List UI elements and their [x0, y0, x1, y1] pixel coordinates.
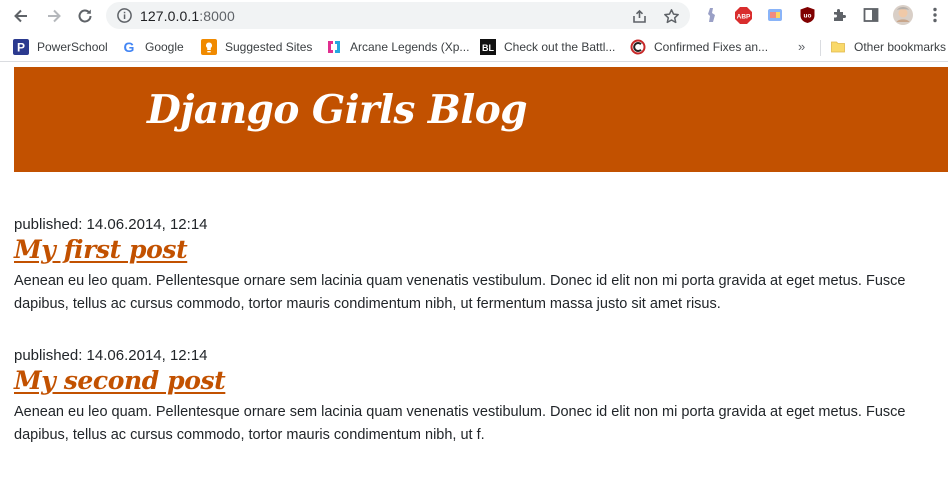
arcane-legends-icon	[326, 39, 342, 55]
forward-button[interactable]	[42, 4, 66, 28]
bookmark-label: Confirmed Fixes an...	[654, 40, 769, 54]
arrow-left-icon	[14, 9, 27, 23]
confirmed-fixes-icon	[630, 39, 646, 55]
svg-text:G: G	[124, 39, 135, 55]
post-title-link[interactable]: My first post	[14, 235, 188, 264]
url-host: 127.0.0.1	[140, 8, 200, 24]
post: published: 14.06.2014, 12:14 My second p…	[14, 347, 948, 447]
bookmark-label: Check out the Battl...	[504, 40, 616, 54]
svg-text:uo: uo	[803, 13, 811, 20]
post-body: Aenean eu leo quam. Pellentesque ornare …	[14, 273, 906, 312]
arrow-right-icon	[48, 9, 61, 23]
bookmarks-divider	[820, 40, 821, 56]
post-title-link[interactable]: My second post	[14, 366, 226, 395]
post-date: published: 14.06.2014, 12:14	[14, 216, 208, 233]
adblock-plus-button[interactable]: ABP	[733, 5, 753, 25]
ublock-origin-button[interactable]: uo	[797, 5, 817, 25]
adblock-plus-icon: ABP	[734, 6, 752, 24]
bookmark-label: Google	[145, 40, 184, 54]
share-button[interactable]	[630, 7, 648, 25]
reload-icon	[78, 9, 92, 23]
post: published: 14.06.2014, 12:14 My first po…	[14, 216, 948, 316]
colorful-extension-icon	[768, 9, 782, 21]
chrome-menu-button[interactable]	[925, 5, 945, 25]
bookmark-star-button[interactable]	[662, 7, 680, 25]
side-panel-button[interactable]	[861, 5, 881, 25]
extensions-menu-button[interactable]	[829, 5, 849, 25]
bookmark-arcane-legends[interactable]: Arcane Legends (Xp...	[326, 38, 469, 56]
url-text: 127.0.0.1:8000	[140, 8, 235, 24]
browser-toolbar: 127.0.0.1:8000 ABP uo	[0, 0, 948, 32]
more-bookmarks-button[interactable]: »	[798, 39, 805, 54]
post-date: published: 14.06.2014, 12:14	[14, 347, 208, 364]
address-bar[interactable]: 127.0.0.1:8000	[106, 2, 690, 29]
star-icon	[663, 8, 679, 23]
ublock-origin-icon: uo	[800, 7, 814, 23]
bookmark-battle[interactable]: BL Check out the Battl...	[480, 38, 615, 56]
bookmark-label: Arcane Legends (Xp...	[350, 40, 470, 54]
bookmark-powerschool[interactable]: P PowerSchool	[13, 38, 108, 56]
profile-avatar	[893, 5, 913, 25]
site-info-icon[interactable]	[116, 7, 133, 24]
kebab-menu-icon	[933, 7, 937, 23]
extension-button-3[interactable]	[765, 5, 785, 25]
page-header: Django Girls Blog	[14, 67, 948, 172]
powerschool-icon: P	[13, 39, 29, 55]
url-port: :8000	[199, 8, 235, 24]
reload-button[interactable]	[73, 4, 97, 28]
figure-extension-icon	[708, 8, 715, 22]
back-button[interactable]	[9, 4, 33, 28]
bookmark-label: PowerSchool	[37, 40, 108, 54]
profile-button[interactable]	[893, 5, 913, 25]
bookmark-label: Suggested Sites	[225, 40, 313, 54]
bookmark-confirmed-fixes[interactable]: Confirmed Fixes an...	[630, 38, 768, 56]
svg-text:ABP: ABP	[736, 13, 750, 20]
other-bookmarks-label: Other bookmarks	[854, 40, 947, 54]
side-panel-icon	[863, 8, 879, 22]
bookmark-suggested-sites[interactable]: Suggested Sites	[201, 38, 312, 56]
folder-icon	[830, 39, 846, 55]
bookmarks-bar: P PowerSchool G Google Suggested Sites A…	[0, 32, 948, 62]
extension-button-1[interactable]	[701, 5, 721, 25]
bl-icon: BL	[480, 39, 496, 55]
post-body: Aenean eu leo quam. Pellentesque ornare …	[14, 404, 906, 443]
bookmark-google[interactable]: G Google	[121, 38, 184, 56]
share-icon	[632, 9, 646, 23]
site-title-link[interactable]: Django Girls Blog	[147, 87, 528, 133]
other-bookmarks-folder[interactable]: Other bookmarks	[830, 38, 946, 56]
google-icon: G	[121, 39, 137, 55]
suggested-sites-icon	[201, 39, 217, 55]
svg-text:BL: BL	[482, 43, 494, 53]
svg-text:P: P	[17, 41, 25, 55]
puzzle-piece-icon	[833, 8, 846, 21]
